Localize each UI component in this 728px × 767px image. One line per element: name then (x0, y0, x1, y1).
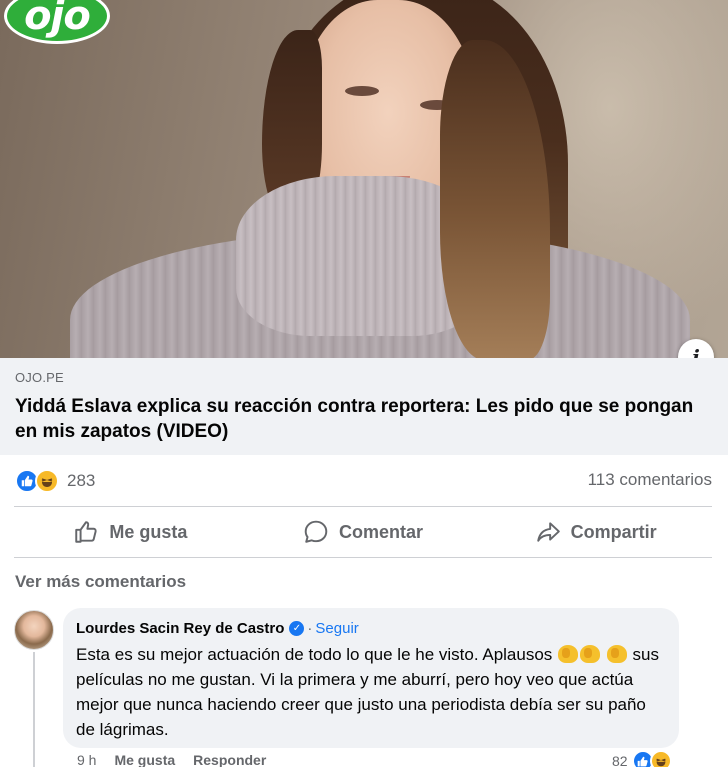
comment-reaction-count: 82 (612, 753, 628, 767)
comment-time[interactable]: 9 h (77, 752, 96, 767)
haha-icon (35, 469, 59, 493)
view-more-comments-link[interactable]: Ver más comentarios (15, 572, 186, 592)
comment-header: Lourdes Sacin Rey de Castro ✓ · Seguir (76, 618, 667, 638)
comments-count[interactable]: 113 comentarios (588, 470, 712, 490)
comment-bubble: Lourdes Sacin Rey de Castro ✓ · Seguir E… (63, 608, 679, 748)
divider (14, 557, 712, 558)
link-title[interactable]: Yiddá Eslava explica su reacción contra … (15, 394, 695, 444)
comment-reply-button[interactable]: Responder (193, 752, 266, 767)
share-label: Compartir (570, 521, 657, 542)
clapping-hands-icon (580, 645, 601, 663)
reactions-count: 283 (67, 471, 96, 490)
comment-like-button[interactable]: Me gusta (114, 752, 175, 767)
share-button[interactable]: Compartir (479, 507, 712, 557)
like-button[interactable]: Me gusta (14, 507, 247, 557)
post-image[interactable]: ojo (0, 0, 728, 358)
comment-reactions[interactable]: 82 (612, 750, 672, 767)
haha-icon (649, 750, 672, 767)
ojo-logo: ojo (4, 0, 110, 44)
thread-line (33, 652, 35, 767)
comment-label: Comentar (339, 521, 424, 542)
comment-meta: 9 h Me gusta Responder (77, 752, 266, 767)
comment-button[interactable]: Comentar (247, 507, 480, 557)
comment-text: Esta es su mejor actuación de todo lo qu… (76, 642, 667, 742)
link-domain: OJO.PE (15, 370, 64, 385)
link-preview[interactable]: OJO.PE Yiddá Eslava explica su reacción … (0, 358, 728, 455)
follow-link[interactable]: Seguir (315, 620, 358, 637)
comment-icon (304, 520, 328, 543)
reactions-summary[interactable]: 283 (15, 468, 95, 494)
share-icon (536, 522, 560, 542)
clapping-hands-icon (558, 645, 579, 663)
comment-text-part-1: Esta es su mejor actuación de todo lo qu… (76, 645, 553, 664)
avatar[interactable] (14, 610, 54, 650)
thumbs-up-icon (75, 521, 98, 543)
clapping-hands-icon (606, 645, 627, 663)
like-label: Me gusta (109, 521, 188, 542)
separator: · (307, 619, 313, 637)
post-actions: Me gusta Comentar Compartir (14, 507, 712, 557)
comment-author[interactable]: Lourdes Sacin Rey de Castro (76, 620, 284, 637)
verified-icon: ✓ (289, 620, 305, 636)
